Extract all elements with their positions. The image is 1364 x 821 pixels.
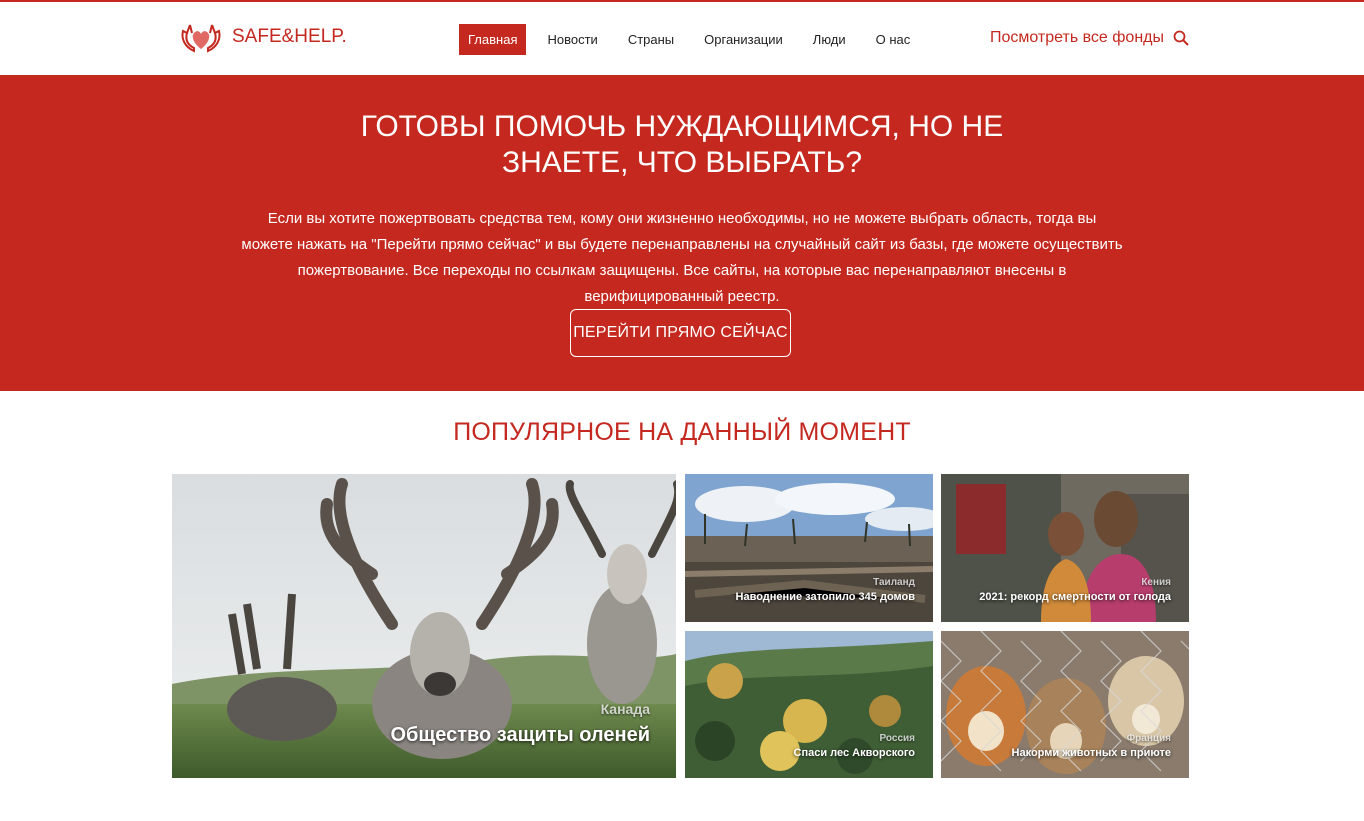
card-title: Наводнение затопило 345 домов xyxy=(735,591,915,603)
popular-card-forest[interactable]: Россия Спаси лес Акворского xyxy=(685,631,933,778)
view-all-funds-link[interactable]: Посмотреть все фонды xyxy=(990,29,1189,47)
popular-card-reindeer[interactable]: Канада Общество защиты оленей xyxy=(172,474,676,778)
nav-item-about[interactable]: О нас xyxy=(861,24,926,55)
search-icon xyxy=(1173,30,1189,46)
card-title: Спаси лес Акворского xyxy=(793,747,916,759)
card-title: 2021: рекорд смертности от голода xyxy=(979,591,1171,603)
popular-card-shelter[interactable]: Франция Накорми животных в приюте xyxy=(941,631,1189,778)
hands-heart-icon xyxy=(181,24,221,53)
nav-item-organizations[interactable]: Организации xyxy=(689,24,798,55)
nav-item-home[interactable]: Главная xyxy=(459,24,527,55)
popular-card-hunger[interactable]: Кения 2021: рекорд смертности от голода xyxy=(941,474,1189,622)
site-header: SAFE&HELP. Главная Новости Страны Органи… xyxy=(0,0,1364,75)
go-now-button[interactable]: ПЕРЕЙТИ ПРЯМО СЕЙЧАС xyxy=(570,309,791,357)
hero-banner: ГОТОВЫ ПОМОЧЬ НУЖДАЮЩИМСЯ, НО НЕ ЗНАЕТЕ,… xyxy=(0,75,1364,391)
nav-item-people[interactable]: Люди xyxy=(798,24,861,55)
card-country: Канада xyxy=(600,701,650,717)
hero-title-line-2: ЗНАЕТЕ, ЧТО ВЫБРАТЬ? xyxy=(501,146,863,179)
logo[interactable]: SAFE&HELP. xyxy=(180,19,347,55)
nav-item-news[interactable]: Новости xyxy=(532,24,612,55)
hero-title: ГОТОВЫ ПОМОЧЬ НУЖДАЮЩИМСЯ, НО НЕ ЗНАЕТЕ,… xyxy=(0,109,1364,181)
card-country: Франция xyxy=(1126,733,1171,744)
main-nav: Главная Новости Страны Организации Люди … xyxy=(459,24,925,55)
view-all-funds-label: Посмотреть все фонды xyxy=(989,29,1164,46)
card-country: Кения xyxy=(1141,577,1171,588)
card-country: Таиланд xyxy=(873,577,915,588)
nav-item-countries[interactable]: Страны xyxy=(613,24,689,55)
card-title: Общество защиты оленей xyxy=(390,724,650,746)
card-country: Россия xyxy=(879,733,915,744)
logo-text: SAFE&HELP. xyxy=(232,26,347,47)
popular-section-title: ПОПУЛЯРНОЕ НА ДАННЫЙ МОМЕНТ xyxy=(453,418,911,446)
hero-description: Если вы хотите пожертвовать средства тем… xyxy=(241,210,1123,305)
popular-card-flood[interactable]: Таиланд Наводнение затопило 345 домов xyxy=(685,474,933,622)
hero-title-line-1: ГОТОВЫ ПОМОЧЬ НУЖДАЮЩИМСЯ, НО НЕ xyxy=(360,110,1004,143)
card-title: Накорми животных в приюте xyxy=(1011,747,1171,759)
